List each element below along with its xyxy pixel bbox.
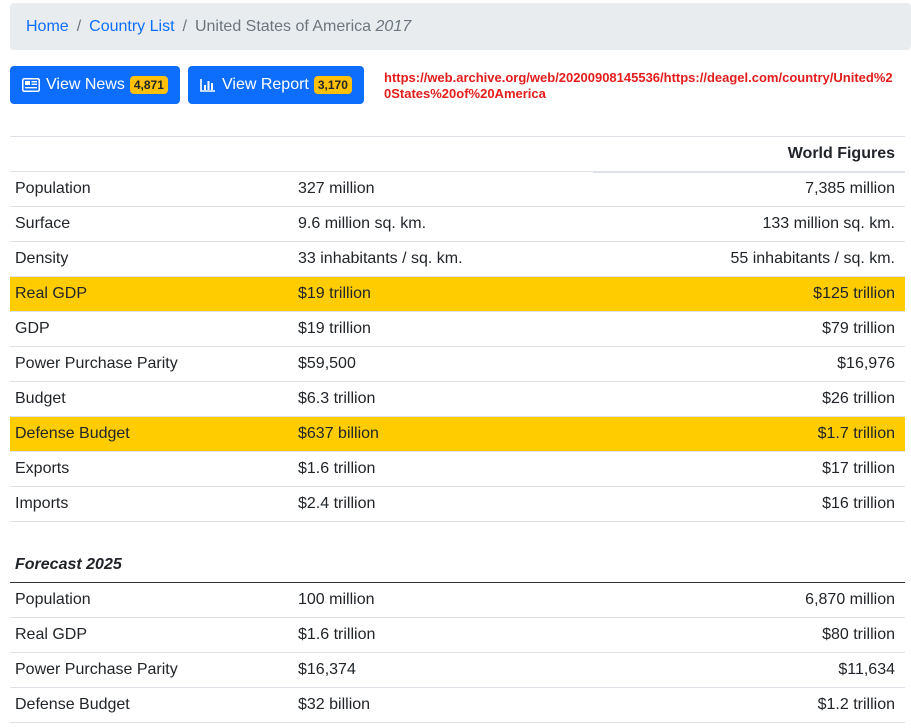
row-label: Exports bbox=[10, 451, 293, 487]
country-value: $1.6 trillion bbox=[293, 616, 593, 652]
table-row: Defense Budget $637 billion $1.7 trillion bbox=[10, 416, 905, 452]
country-value: $16,374 bbox=[293, 651, 593, 687]
view-report-label: View Report bbox=[222, 76, 309, 93]
country-value: $6.3 trillion bbox=[293, 381, 593, 417]
row-label: Budget bbox=[10, 381, 293, 417]
country-value: $59,500 bbox=[293, 346, 593, 382]
breadcrumb-home-link[interactable]: Home bbox=[26, 18, 69, 36]
row-label: Real GDP bbox=[10, 276, 293, 312]
table-row: Defense Budget $32 billion $1.2 trillion bbox=[10, 686, 905, 723]
table-row: Budget $6.3 trillion $26 trillion bbox=[10, 381, 905, 417]
world-value: $26 trillion bbox=[593, 381, 905, 417]
row-label: Population bbox=[10, 581, 293, 617]
country-value: $1.6 trillion bbox=[293, 451, 593, 487]
breadcrumb-separator: / bbox=[76, 17, 82, 35]
bar-chart-icon bbox=[200, 78, 216, 92]
view-news-button[interactable]: View News 4,871 bbox=[10, 66, 180, 104]
country-value: $2.4 trillion bbox=[293, 486, 593, 522]
country-value: $637 billion bbox=[293, 416, 593, 452]
archive-url: https://web.archive.org/web/202009081455… bbox=[384, 70, 893, 101]
country-value: 100 million bbox=[293, 581, 593, 617]
table-row: GDP $19 trillion $79 trillion bbox=[10, 311, 905, 347]
breadcrumb-year: 2017 bbox=[375, 17, 412, 35]
world-figures-header: World Figures bbox=[593, 136, 905, 173]
country-value: $32 billion bbox=[293, 686, 593, 723]
report-count-badge: 3,170 bbox=[313, 76, 352, 94]
world-value: 133 million sq. km. bbox=[593, 206, 905, 242]
world-value: $16 trillion bbox=[593, 486, 905, 522]
table-row: Density 33 inhabitants / sq. km. 55 inhabi… bbox=[10, 241, 905, 277]
table-row: Population 100 million 6,870 million bbox=[10, 581, 905, 617]
world-value: $16,976 bbox=[593, 346, 905, 382]
world-value: 6,870 million bbox=[593, 581, 905, 617]
table-row: Imports $2.4 trillion $16 trillion bbox=[10, 486, 905, 522]
row-label: Density bbox=[10, 241, 293, 277]
breadcrumb: Home / Country List / United States of A… bbox=[10, 3, 911, 50]
country-value: $19 trillion bbox=[293, 311, 593, 347]
world-value: $80 trillion bbox=[593, 616, 905, 652]
table-row: Power Purchase Parity $59,500 $16,976 bbox=[10, 346, 905, 382]
row-label: Population bbox=[10, 171, 293, 207]
country-value: 327 million bbox=[293, 171, 593, 207]
row-label: GDP bbox=[10, 311, 293, 347]
world-value: 7,385 million bbox=[593, 171, 905, 207]
world-value: $125 trillion bbox=[593, 276, 905, 312]
news-count-badge: 4,871 bbox=[129, 76, 168, 94]
country-value: 33 inhabitants / sq. km. bbox=[293, 241, 593, 277]
row-label: Surface bbox=[10, 206, 293, 242]
view-report-button[interactable]: View Report 3,170 bbox=[188, 66, 364, 104]
breadcrumb-current: United States of America 2017 bbox=[195, 18, 411, 36]
breadcrumb-separator: / bbox=[182, 17, 187, 35]
table-row: Real GDP $19 trillion $125 trillion bbox=[10, 276, 905, 312]
country-value: $19 trillion bbox=[293, 276, 593, 312]
table-row: Surface 9.6 million sq. km. 133 million sq… bbox=[10, 206, 905, 242]
forecast-header: Forecast 2025 bbox=[10, 548, 905, 583]
row-label: Defense Budget bbox=[10, 416, 293, 452]
country-figures-table: World Figures Population 327 million 7,385… bbox=[10, 136, 905, 522]
row-label: Imports bbox=[10, 486, 293, 522]
row-label: Defense Budget bbox=[10, 686, 293, 723]
row-label: Power Purchase Parity bbox=[10, 346, 293, 382]
breadcrumb-country-list-link[interactable]: Country List bbox=[89, 18, 174, 36]
world-value: $17 trillion bbox=[593, 451, 905, 487]
table-row: Real GDP $1.6 trillion $80 trillion bbox=[10, 616, 905, 652]
world-value: $1.2 trillion bbox=[593, 686, 905, 723]
world-value: $1.7 trillion bbox=[593, 416, 905, 452]
world-value: 55 inhabitants / sq. km. bbox=[593, 241, 905, 277]
breadcrumb-country-name: United States of America bbox=[194, 17, 372, 35]
row-label: Real GDP bbox=[10, 616, 293, 652]
newspaper-icon bbox=[22, 78, 40, 92]
table-row: Power Purchase Parity $16,374 $11,634 bbox=[10, 651, 905, 687]
forecast-table: Forecast 2025 Population 100 million 6,870… bbox=[10, 548, 905, 723]
view-news-label: View News bbox=[46, 76, 125, 93]
world-value: $11,634 bbox=[593, 651, 905, 687]
row-label: Power Purchase Parity bbox=[10, 651, 293, 687]
world-value: $79 trillion bbox=[593, 311, 905, 347]
table-row: Population 327 million 7,385 million bbox=[10, 171, 905, 207]
table-row: Exports $1.6 trillion $17 trillion bbox=[10, 451, 905, 487]
country-value: 9.6 million sq. km. bbox=[293, 206, 593, 242]
